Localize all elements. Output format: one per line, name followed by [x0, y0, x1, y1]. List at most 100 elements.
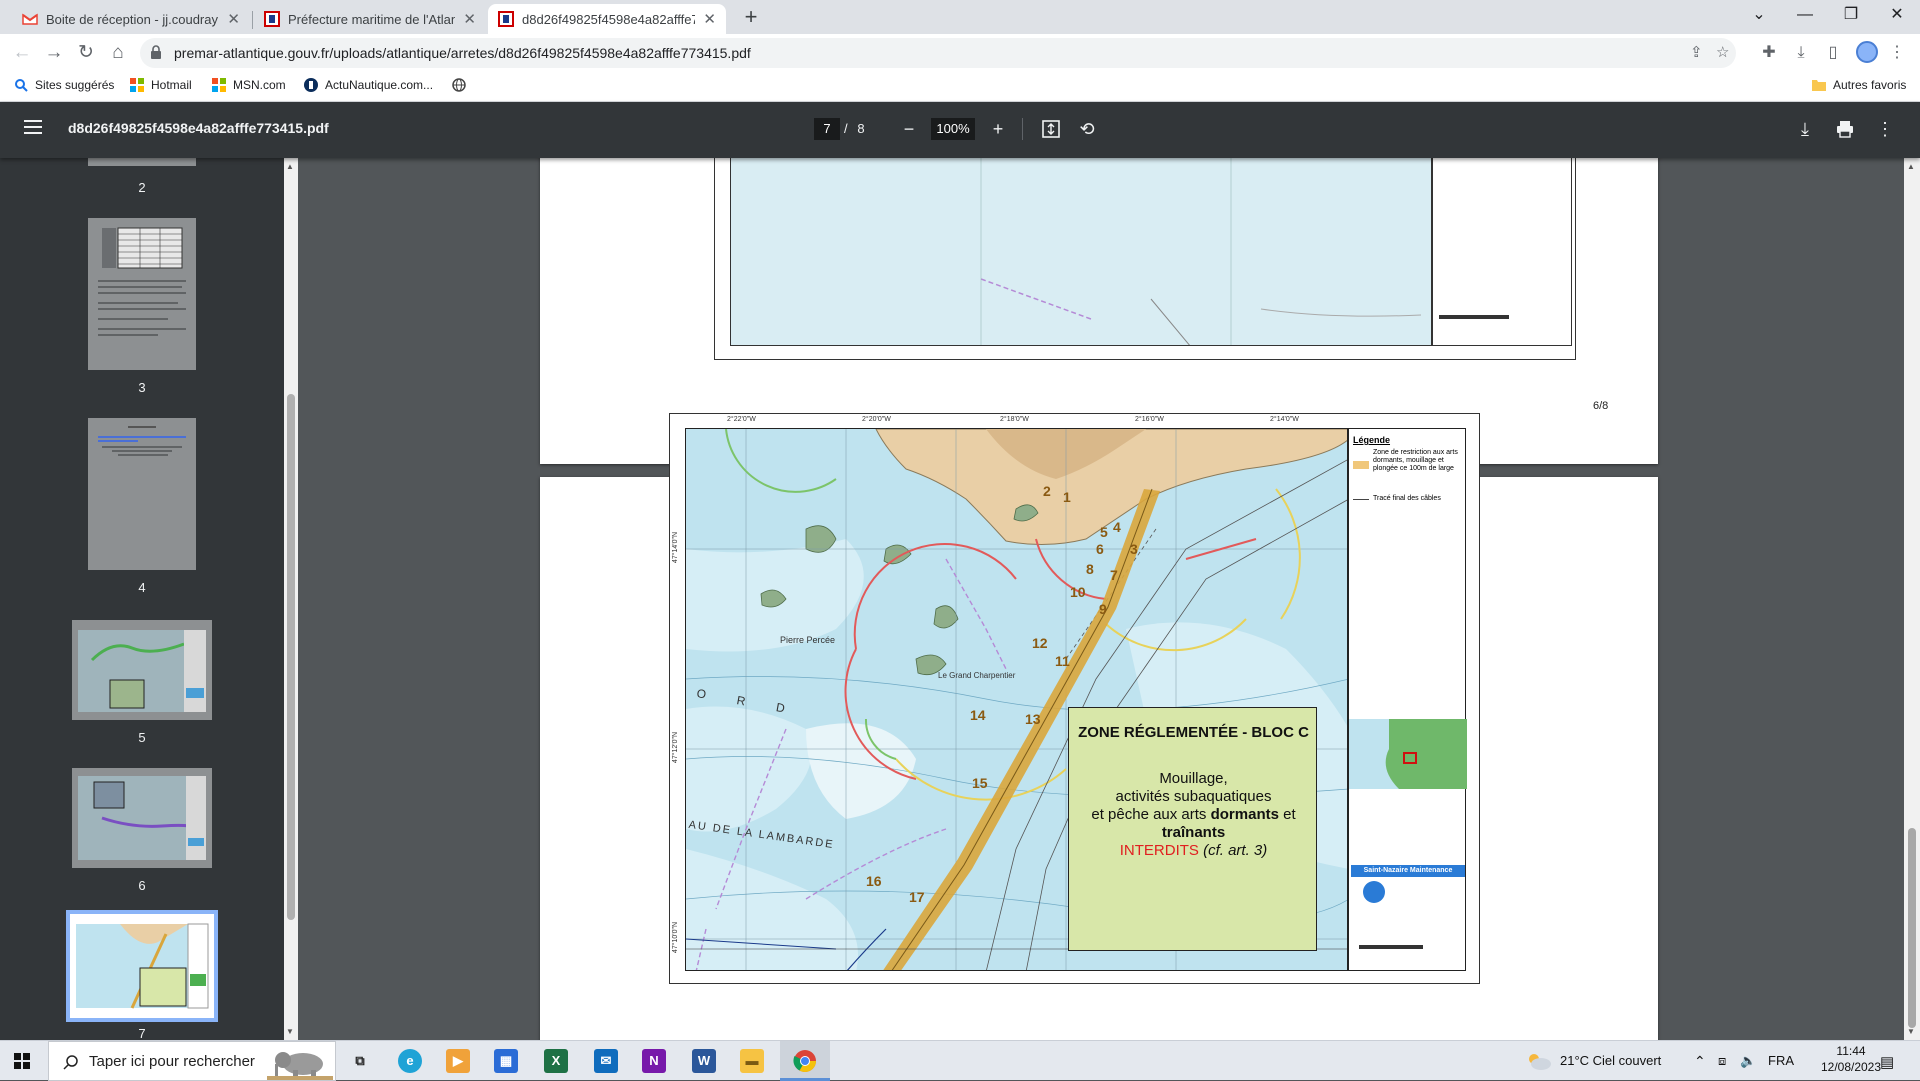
page-thumbnail-2[interactable]	[88, 158, 196, 166]
star-icon[interactable]: ☆	[1716, 43, 1729, 61]
page-thumbnail-5[interactable]	[72, 620, 212, 720]
tab-pdf[interactable]: d8d26f49825f4598e4a82afffe773 ✕	[488, 4, 726, 34]
zone-title: ZONE RÉGLEMENTÉE - BLOC C	[1078, 724, 1309, 741]
thumbnail-number: 4	[138, 580, 146, 595]
address-bar[interactable]: premar-atlantique.gouv.fr/uploads/atlant…	[140, 38, 1736, 68]
tab-premar[interactable]: Préfecture maritime de l'Atlantiq ✕	[254, 4, 486, 34]
taskbar-search[interactable]: Taper ici pour rechercher	[48, 1041, 336, 1081]
zone-info-box: ZONE RÉGLEMENTÉE - BLOC C Mouillage, act…	[1068, 707, 1317, 951]
chrome-icon	[793, 1050, 816, 1072]
clock[interactable]: 11:44 12/08/2023	[1816, 1044, 1886, 1074]
inset-map	[1349, 719, 1467, 789]
zoom-in-button[interactable]: +	[985, 116, 1011, 142]
chevron-up-icon[interactable]: ⌃	[1694, 1053, 1706, 1070]
mail-icon[interactable]: ✉	[594, 1049, 618, 1073]
menu-icon[interactable]: ⋮	[1886, 42, 1908, 64]
fit-page-icon	[1042, 120, 1060, 138]
bookmark-actunautique[interactable]: ActuNautique.com...	[304, 78, 433, 92]
sidebar-scrollbar[interactable]: ▲ ▼	[284, 158, 298, 1040]
url-text: premar-atlantique.gouv.fr/uploads/atlant…	[174, 45, 751, 61]
file-explorer-icon[interactable]: ▬	[740, 1049, 764, 1073]
legend-zone-text: Zone de restriction aux arts dormants, m…	[1373, 449, 1458, 472]
bookmark-globe[interactable]	[452, 78, 473, 92]
bookmark-label: ActuNautique.com...	[325, 78, 434, 92]
media-player-icon[interactable]: ▶	[446, 1049, 470, 1073]
windows-taskbar: Taper ici pour rechercher ⧉ e ▶ ▦ X ✉ N …	[0, 1040, 1920, 1081]
bookmark-hotmail[interactable]: Hotmail	[130, 78, 192, 92]
home-button[interactable]: ⌂	[104, 39, 132, 67]
close-window-button[interactable]: ✕	[1874, 0, 1920, 30]
back-button[interactable]: ←	[8, 39, 36, 67]
browser-toolbar: ← → ↻ ⌂ premar-atlantique.gouv.fr/upload…	[0, 34, 1920, 72]
start-button[interactable]	[14, 1053, 30, 1074]
lon-label: 2°14'0"W	[1270, 416, 1299, 423]
language-indicator[interactable]: FRA	[1768, 1053, 1794, 1068]
print-icon	[1837, 121, 1853, 138]
page-thumbnail-6[interactable]	[72, 768, 212, 868]
more-options-button[interactable]: ⋮	[1872, 116, 1898, 142]
tab-gmail[interactable]: Boite de réception - jj.coudray@ ✕	[12, 4, 250, 34]
minimize-button[interactable]: —	[1782, 0, 1828, 30]
legend-swatch	[1353, 461, 1369, 469]
page-thumbnail-4[interactable]	[88, 418, 196, 570]
search-placeholder: Taper ici pour rechercher	[89, 1053, 255, 1070]
tab-search-button[interactable]: ⌄	[1736, 0, 1782, 30]
chrome-taskbar-button[interactable]	[780, 1041, 830, 1081]
page-thumbnail-7[interactable]	[66, 910, 218, 1022]
volume-icon[interactable]: 🔈	[1740, 1053, 1756, 1069]
reload-button[interactable]: ↻	[72, 39, 100, 67]
word-icon[interactable]: W	[692, 1049, 716, 1073]
scale-bar	[1359, 945, 1423, 949]
gmail-icon	[22, 13, 38, 25]
close-icon[interactable]: ✕	[463, 10, 476, 28]
bookmark-msn[interactable]: MSN.com	[212, 78, 286, 92]
tab-strip: Boite de réception - jj.coudray@ ✕ Préfe…	[0, 0, 1920, 34]
sidepanel-icon[interactable]: ▯	[1822, 42, 1844, 64]
menu-icon[interactable]	[24, 120, 42, 134]
lat-label: 47°12'0"N	[672, 731, 680, 764]
page-footer-number: 6/8	[1593, 400, 1609, 412]
onenote-icon[interactable]: N	[642, 1049, 666, 1073]
elephant-icon	[267, 1052, 333, 1080]
page-number-input[interactable]: 7	[814, 118, 840, 140]
folder-icon	[1812, 80, 1826, 91]
zone-forbidden: INTERDITS	[1119, 842, 1199, 859]
lat-label: 47°14'0"N	[672, 531, 680, 564]
forward-button[interactable]: →	[40, 39, 68, 67]
bookmark-sites[interactable]: Sites suggérés	[14, 78, 114, 92]
thumbnail-number: 3	[138, 380, 146, 395]
share-icon[interactable]: ⇪	[1690, 43, 1703, 61]
store-icon[interactable]: ▦	[494, 1049, 518, 1073]
rotate-button[interactable]: ⟲	[1074, 116, 1100, 142]
notifications-icon[interactable]: ▤	[1880, 1053, 1894, 1071]
print-button[interactable]	[1832, 116, 1858, 142]
close-icon[interactable]: ✕	[227, 10, 240, 28]
zoom-out-button[interactable]: −	[896, 116, 922, 142]
network-icon[interactable]: ⧈	[1718, 1053, 1726, 1069]
bookmark-other[interactable]: Autres favoris	[1812, 78, 1906, 92]
profile-avatar[interactable]	[1856, 41, 1878, 63]
download-pdf-button[interactable]: ⤓	[1792, 116, 1818, 142]
task-view-icon[interactable]: ⧉	[348, 1049, 372, 1073]
pdf-icon	[498, 11, 514, 27]
extensions-icon[interactable]: ✚	[1758, 42, 1780, 64]
close-icon[interactable]: ✕	[703, 10, 716, 28]
edge-icon[interactable]: e	[398, 1049, 422, 1073]
page-thumbnail-3[interactable]	[88, 218, 196, 370]
premar-icon	[264, 11, 280, 27]
weather-text[interactable]: 21°C Ciel couvert	[1560, 1053, 1661, 1068]
fit-page-button[interactable]	[1038, 116, 1064, 142]
download-icon[interactable]: ⤓	[1790, 42, 1812, 64]
restore-button[interactable]: ❐	[1828, 0, 1874, 30]
zoom-input[interactable]: 100%	[931, 118, 975, 140]
weather-icon	[1529, 1054, 1551, 1070]
microsoft-icon	[212, 78, 226, 92]
search-icon	[63, 1055, 78, 1070]
zone-line3a: et pêche aux arts	[1091, 806, 1207, 823]
map-legend: Légende Zone de restriction aux arts dor…	[1348, 428, 1467, 971]
actunautique-icon	[304, 78, 318, 92]
excel-icon[interactable]: X	[544, 1049, 568, 1073]
lon-label: 2°20'0"W	[862, 416, 891, 423]
new-tab-button[interactable]: +	[738, 4, 764, 32]
document-scrollbar[interactable]: ▲ ▼	[1904, 158, 1920, 1040]
